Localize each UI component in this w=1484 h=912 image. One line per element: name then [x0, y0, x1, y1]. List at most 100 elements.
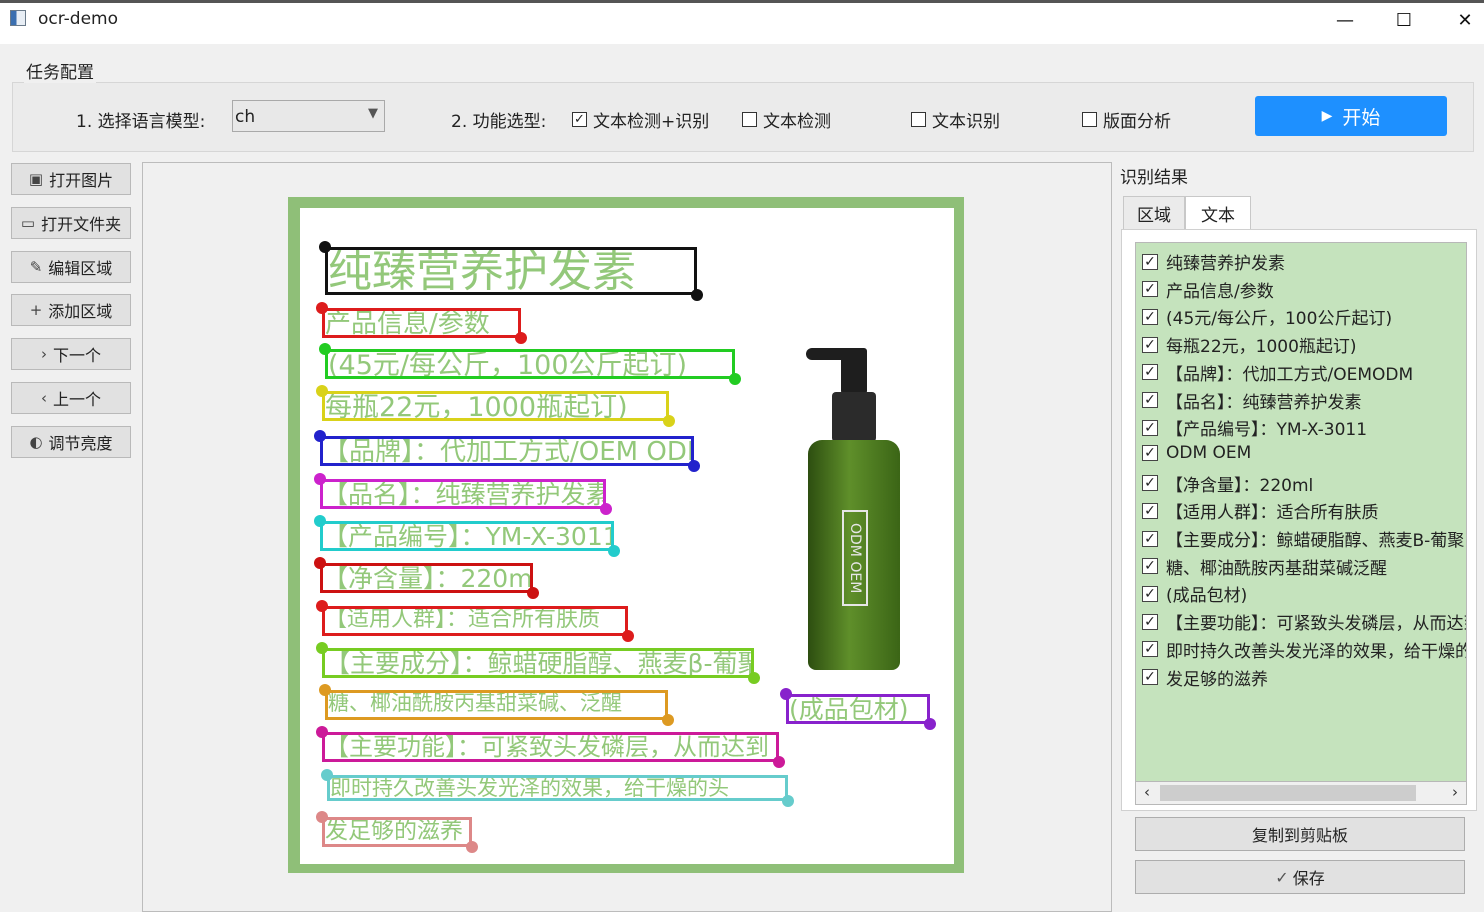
detection-corner-handle[interactable] — [321, 769, 333, 781]
list-item[interactable]: ✓ ODM OEM — [1142, 443, 1251, 463]
sidebar-button-4[interactable]: › 下一个 — [11, 338, 131, 371]
sidebar-button-0[interactable]: ▣ 打开图片 — [11, 163, 131, 195]
sidebar-button-5[interactable]: ‹ 上一个 — [11, 382, 131, 414]
detection-box[interactable]: 糖、椰油酰胺丙基甜菜碱、泛醒 — [325, 690, 668, 720]
close-button[interactable]: ✕ — [1442, 6, 1484, 36]
detection-corner-handle[interactable] — [466, 841, 478, 853]
detection-box[interactable]: 【适用人群】：适合所有肤质 — [322, 606, 628, 636]
checkbox-icon[interactable] — [1082, 112, 1097, 127]
detection-box[interactable]: 每瓶22元，1000瓶起订) — [322, 391, 669, 421]
list-item[interactable]: ✓ 【产品编号】：YM-X-3011 — [1142, 415, 1367, 440]
list-item[interactable]: ✓ 即时持久改善头发光泽的效果，给干燥的头 — [1142, 637, 1466, 662]
detection-corner-handle[interactable] — [924, 718, 936, 730]
detection-box[interactable]: 【品名】：纯臻营养护发素 — [320, 479, 606, 509]
sidebar-button-1[interactable]: ▭ 打开文件夹 — [11, 206, 131, 239]
detection-corner-handle[interactable] — [316, 642, 328, 654]
checkbox-checked-icon[interactable]: ✓ — [1142, 669, 1158, 685]
detection-corner-handle[interactable] — [527, 587, 539, 599]
checkbox-checked-icon[interactable]: ✓ — [1142, 364, 1158, 381]
minimize-button[interactable]: — — [1322, 6, 1368, 36]
language-model-select[interactable]: ch ▼ — [232, 100, 385, 132]
checkbox-checked-icon[interactable]: ✓ — [1142, 253, 1158, 270]
checkbox-checked-icon[interactable]: ✓ — [1142, 558, 1158, 575]
scrollbar-thumb[interactable] — [1160, 785, 1416, 801]
detection-corner-handle[interactable] — [314, 430, 326, 442]
list-item[interactable]: ✓ (45元/每公斤，100公斤起订) — [1142, 304, 1392, 329]
list-item[interactable]: ✓ 糖、椰油酰胺丙基甜菜碱泛醒 — [1142, 554, 1387, 579]
scroll-left-icon[interactable]: ‹ — [1144, 783, 1150, 801]
checkbox-checked-icon[interactable]: ✓ — [1142, 281, 1158, 298]
detection-corner-handle[interactable] — [662, 714, 674, 726]
detection-corner-handle[interactable] — [319, 684, 331, 696]
detection-box[interactable]: 【主要功能】：可紧致头发磷层，从而达到 — [322, 732, 779, 762]
detection-box[interactable]: 产品信息/参数 — [322, 308, 521, 338]
detection-corner-handle[interactable] — [316, 811, 328, 823]
detection-corner-handle[interactable] — [319, 241, 331, 253]
horizontal-scrollbar[interactable]: ‹ › — [1135, 781, 1467, 805]
detection-corner-handle[interactable] — [515, 332, 527, 344]
maximize-button[interactable]: ☐ — [1381, 6, 1427, 36]
detection-box[interactable]: 即时持久改善头发光泽的效果，给干燥的头 — [327, 775, 788, 801]
detection-corner-handle[interactable] — [314, 515, 326, 527]
detection-box[interactable]: 【品牌】：代加工方式/OEM ODM — [320, 436, 694, 466]
detection-corner-handle[interactable] — [314, 473, 326, 485]
checkbox-checked-icon[interactable]: ✓ — [1142, 613, 1158, 630]
sidebar-button-3[interactable]: + 添加区域 — [11, 294, 131, 327]
list-item[interactable]: ✓ 每瓶22元，1000瓶起订) — [1142, 332, 1357, 357]
tab-text[interactable]: 文本 — [1185, 196, 1251, 230]
detection-corner-handle[interactable] — [314, 557, 326, 569]
checkbox-checked-icon[interactable]: ✓ — [572, 112, 587, 127]
detection-corner-handle[interactable] — [729, 373, 741, 385]
list-item[interactable]: ✓ 纯臻营养护发素 — [1142, 249, 1285, 274]
checkbox-checked-icon[interactable]: ✓ — [1142, 419, 1158, 436]
detection-box[interactable]: (45元/每公斤，100公斤起订) — [325, 349, 735, 379]
detection-corner-handle[interactable] — [622, 630, 634, 642]
detection-corner-handle[interactable] — [316, 385, 328, 397]
save-button[interactable]: ✓ 保存 — [1135, 860, 1465, 894]
list-item[interactable]: ✓ 发足够的滋养 — [1142, 665, 1268, 690]
list-item[interactable]: ✓ 【品名】：纯臻营养护发素 — [1142, 388, 1362, 413]
checkbox-checked-icon[interactable]: ✓ — [1142, 502, 1158, 519]
option-3[interactable]: 版面分析 — [1082, 107, 1171, 132]
sidebar-button-2[interactable]: ✎ 编辑区域 — [11, 250, 131, 283]
detection-corner-handle[interactable] — [319, 343, 331, 355]
detection-box[interactable]: (成品包材) — [786, 694, 930, 724]
option-1[interactable]: 文本检测 — [742, 107, 831, 132]
checkbox-checked-icon[interactable]: ✓ — [1142, 641, 1158, 658]
copy-to-clipboard-button[interactable]: 复制到剪贴板 — [1135, 817, 1465, 851]
detection-corner-handle[interactable] — [316, 600, 328, 612]
results-list[interactable]: ✓ 纯臻营养护发素 ✓ 产品信息/参数 ✓ (45元/每公斤，100公斤起订) ✓ 每瓶22元… — [1135, 242, 1467, 782]
checkbox-icon[interactable] — [911, 112, 926, 127]
start-button[interactable]: ▶ 开始 — [1255, 96, 1447, 136]
list-item[interactable]: ✓ 产品信息/参数 — [1142, 277, 1274, 302]
detection-corner-handle[interactable] — [600, 503, 612, 515]
detection-corner-handle[interactable] — [780, 688, 792, 700]
scroll-right-icon[interactable]: › — [1452, 783, 1458, 801]
detection-box[interactable]: 【主要成分】：鲸蜡硬脂醇、燕麦β-葡聚 — [322, 648, 754, 678]
sidebar-button-6[interactable]: ◐ 调节亮度 — [11, 425, 131, 458]
checkbox-checked-icon[interactable]: ✓ — [1142, 336, 1158, 353]
checkbox-checked-icon[interactable]: ✓ — [1142, 308, 1158, 325]
list-item[interactable]: ✓ 【主要功能】：可紧致头发磷层，从而达到 — [1142, 609, 1466, 634]
list-item[interactable]: ✓ 【适用人群】：适合所有肤质 — [1142, 498, 1379, 523]
checkbox-checked-icon[interactable]: ✓ — [1142, 530, 1158, 547]
detection-corner-handle[interactable] — [608, 545, 620, 557]
detection-box[interactable]: 【产品编号】：YM-X-3011 — [320, 521, 614, 551]
detection-corner-handle[interactable] — [782, 795, 794, 807]
detection-box[interactable]: 【净含量】：220ml — [320, 563, 533, 593]
list-item[interactable]: ✓ 【净含量】：220ml — [1142, 471, 1313, 496]
detection-corner-handle[interactable] — [688, 460, 700, 472]
option-2[interactable]: 文本识别 — [911, 107, 1000, 132]
detection-corner-handle[interactable] — [316, 726, 328, 738]
detection-corner-handle[interactable] — [748, 672, 760, 684]
list-item[interactable]: ✓ 【品牌】：代加工方式/OEMODM — [1142, 360, 1413, 385]
option-0[interactable]: ✓ 文本检测+识别 — [572, 107, 709, 132]
checkbox-checked-icon[interactable]: ✓ — [1142, 585, 1158, 602]
checkbox-checked-icon[interactable]: ✓ — [1142, 392, 1158, 408]
list-item[interactable]: ✓ 【主要成分】：鲸蜡硬脂醇、燕麦B-葡聚 — [1142, 526, 1464, 551]
list-item[interactable]: ✓ (成品包材) — [1142, 581, 1247, 606]
detection-corner-handle[interactable] — [316, 302, 328, 314]
checkbox-checked-icon[interactable]: ✓ — [1142, 444, 1158, 461]
detection-corner-handle[interactable] — [773, 756, 785, 768]
detection-box[interactable]: 纯臻营养护发素 — [325, 247, 697, 295]
